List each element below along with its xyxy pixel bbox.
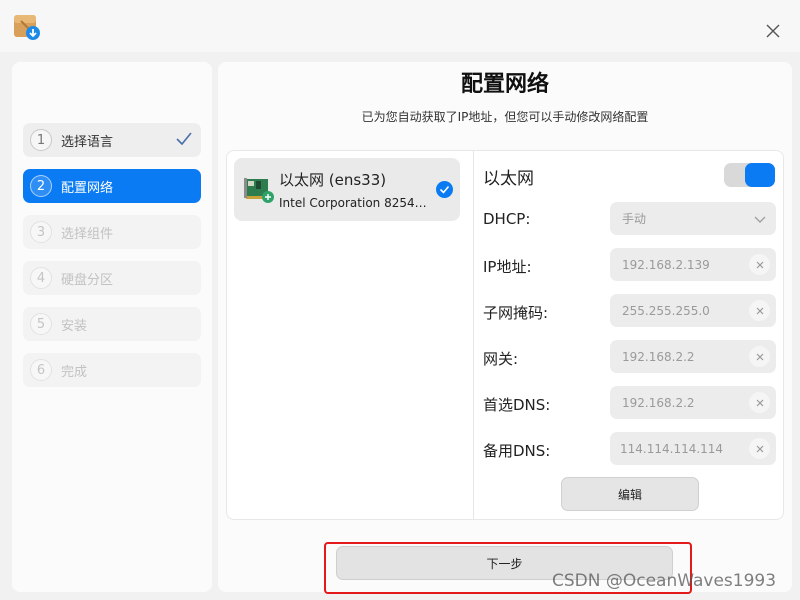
edit-button[interactable]: 编辑 [561, 477, 699, 511]
page-title: 配置网络 [460, 72, 549, 97]
close-icon [766, 24, 780, 38]
gateway-value: 192.168.2.2 [622, 349, 695, 364]
main-panel: 配置网络 已为您自动获取了IP地址，但您可以手动修改网络配置 以太网 (ens3… [218, 62, 792, 594]
step-install: 5 安装 [23, 307, 201, 341]
step-select-components: 3 选择组件 [23, 215, 201, 249]
step-configure-network[interactable]: 2 配置网络 [23, 169, 201, 203]
clear-ip-button[interactable] [749, 254, 770, 275]
clear-gateway-button[interactable] [749, 346, 770, 367]
toggle-knob [745, 163, 775, 187]
step-label: 选择语言 [61, 134, 114, 150]
installer-window: 1 选择语言 2 配置网络 3 选择组件 4 硬盘分区 5 安装 6 完成 配置… [0, 0, 800, 600]
step-number: 3 [30, 221, 52, 243]
ethernet-title: 以太网 [483, 169, 534, 189]
gateway-label: 网关: [483, 350, 519, 368]
close-button[interactable] [760, 18, 786, 44]
interface-description: Intel Corporation 8254… [279, 196, 427, 210]
mask-label: 子网掩码: [483, 304, 549, 322]
clear-mask-button[interactable] [749, 300, 770, 321]
gateway-field[interactable]: 192.168.2.2 [610, 340, 776, 373]
clear-icon [756, 261, 763, 268]
interface-name: 以太网 (ens33) [279, 171, 387, 189]
network-card-icon [244, 176, 274, 204]
step-finish: 6 完成 [23, 353, 201, 387]
selected-check-icon [436, 181, 453, 198]
checkmark-icon [175, 131, 193, 151]
step-number: 6 [30, 359, 52, 381]
step-disk-partition: 4 硬盘分区 [23, 261, 201, 295]
chevron-down-icon [754, 213, 766, 227]
step-label: 安装 [61, 318, 88, 334]
steps-sidebar: 1 选择语言 2 配置网络 3 选择组件 4 硬盘分区 5 安装 6 完成 [12, 62, 212, 592]
clear-icon [756, 353, 763, 360]
dns2-label: 备用DNS: [483, 442, 551, 460]
clear-icon [756, 399, 763, 406]
watermark: CSDN @OceanWaves1993 [552, 571, 777, 591]
installer-package-icon [13, 13, 41, 41]
title-bar [0, 0, 800, 52]
clear-icon [756, 445, 763, 452]
clear-icon [756, 307, 763, 314]
ip-address-field[interactable]: 192.168.2.139 [610, 248, 776, 281]
primary-dns-field[interactable]: 192.168.2.2 [610, 386, 776, 419]
dns1-value: 192.168.2.2 [622, 395, 695, 410]
secondary-dns-field[interactable]: 114.114.114.114 [610, 432, 776, 465]
step-label: 选择组件 [61, 226, 114, 242]
step-label: 硬盘分区 [61, 272, 114, 288]
clear-dns1-button[interactable] [749, 392, 770, 413]
mask-value: 255.255.255.0 [622, 303, 710, 318]
interface-item-ens33[interactable]: 以太网 (ens33) Intel Corporation 8254… [234, 158, 460, 221]
dhcp-value: 手动 [622, 212, 647, 226]
step-number: 4 [30, 267, 52, 289]
ethernet-toggle[interactable] [724, 163, 775, 187]
step-number: 2 [30, 175, 52, 197]
dhcp-label: DHCP: [483, 210, 531, 228]
clear-dns2-button[interactable] [749, 438, 770, 459]
ip-label: IP地址: [483, 258, 532, 276]
page-subtitle: 已为您自动获取了IP地址，但您可以手动修改网络配置 [361, 110, 649, 124]
divider [473, 151, 474, 519]
dhcp-select[interactable]: 手动 [610, 202, 776, 235]
ip-value: 192.168.2.139 [622, 257, 710, 272]
step-select-language[interactable]: 1 选择语言 [23, 123, 201, 157]
step-label: 完成 [61, 364, 88, 380]
step-number: 1 [30, 129, 52, 151]
dns2-value: 114.114.114.114 [620, 441, 724, 456]
dns1-label: 首选DNS: [483, 396, 551, 414]
step-label: 配置网络 [61, 180, 114, 196]
step-number: 5 [30, 313, 52, 335]
network-config-box: 以太网 (ens33) Intel Corporation 8254… 以太网 … [226, 150, 784, 520]
subnet-mask-field[interactable]: 255.255.255.0 [610, 294, 776, 327]
